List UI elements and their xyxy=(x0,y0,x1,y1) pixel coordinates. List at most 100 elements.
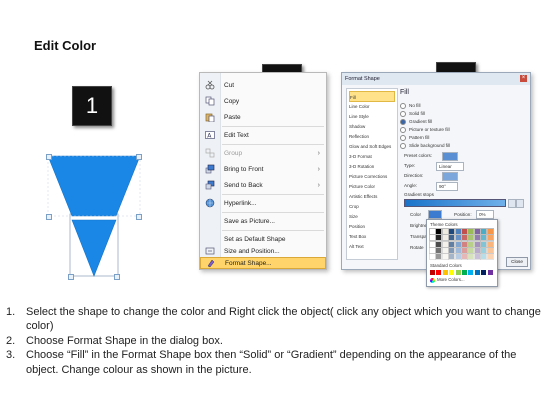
color-swatch[interactable] xyxy=(461,234,468,242)
color-swatch[interactable] xyxy=(473,234,481,242)
color-swatch[interactable] xyxy=(441,246,449,254)
color-swatch[interactable] xyxy=(441,228,449,235)
color-dropdown[interactable] xyxy=(428,210,442,219)
color-swatch[interactable] xyxy=(449,270,455,275)
color-swatch[interactable] xyxy=(461,228,468,235)
menu-item-hyperlink[interactable]: Hyperlink... xyxy=(200,195,326,211)
color-swatch[interactable] xyxy=(454,253,462,261)
color-swatch[interactable] xyxy=(480,228,488,235)
resize-handle[interactable] xyxy=(68,274,74,280)
color-swatch[interactable] xyxy=(455,270,461,275)
color-swatch[interactable] xyxy=(448,234,456,242)
resize-handle[interactable] xyxy=(114,274,120,280)
color-swatch[interactable] xyxy=(461,240,468,248)
color-swatch[interactable] xyxy=(435,240,443,248)
color-swatch[interactable] xyxy=(480,240,488,248)
color-swatch[interactable] xyxy=(430,270,435,275)
menu-item-send-to-back[interactable]: Send to Back › xyxy=(200,177,326,193)
direction-dropdown[interactable] xyxy=(442,172,458,181)
color-swatch[interactable] xyxy=(454,228,462,235)
color-swatch[interactable] xyxy=(480,253,488,261)
remove-stop-button[interactable] xyxy=(516,199,524,208)
menu-item-size-and-position[interactable]: Size and Position... xyxy=(200,245,326,257)
gradient-stops-bar[interactable] xyxy=(404,199,506,207)
color-swatch[interactable] xyxy=(435,253,443,261)
menu-item-copy[interactable]: Copy xyxy=(200,93,326,109)
color-swatch[interactable] xyxy=(474,270,480,275)
preset-colors-dropdown[interactable] xyxy=(442,152,458,161)
menu-item-bring-to-front[interactable]: Bring to Front › xyxy=(200,161,326,177)
color-swatch[interactable] xyxy=(448,240,456,248)
resize-handle[interactable] xyxy=(46,154,52,160)
color-swatch[interactable] xyxy=(429,228,436,235)
radio-button[interactable] xyxy=(400,126,406,133)
color-swatch[interactable] xyxy=(441,234,449,242)
add-stop-button[interactable] xyxy=(508,199,516,208)
option-pattern-fill[interactable]: Pattern fill xyxy=(400,134,429,141)
menu-item-save-as-picture[interactable]: Save as Picture... xyxy=(200,213,326,229)
color-swatch[interactable] xyxy=(467,234,475,242)
color-swatch[interactable] xyxy=(486,228,494,235)
color-swatch[interactable] xyxy=(435,228,443,235)
color-swatch[interactable] xyxy=(429,246,436,254)
color-swatch[interactable] xyxy=(461,253,468,261)
color-swatch[interactable] xyxy=(467,240,475,248)
color-swatch[interactable] xyxy=(473,246,481,254)
color-swatch[interactable] xyxy=(481,270,487,275)
more-colors-link[interactable]: More Colors... xyxy=(437,277,465,282)
radio-button[interactable] xyxy=(400,142,406,149)
color-swatch[interactable] xyxy=(486,234,494,242)
radio-button[interactable] xyxy=(400,134,406,141)
menu-item-group[interactable]: Group › xyxy=(200,145,326,161)
color-swatch[interactable] xyxy=(454,246,462,254)
resize-handle[interactable] xyxy=(46,214,52,220)
color-swatch[interactable] xyxy=(454,240,462,248)
color-swatch[interactable] xyxy=(448,253,456,261)
color-swatch[interactable] xyxy=(473,240,481,248)
color-swatch[interactable] xyxy=(461,246,468,254)
color-swatch[interactable] xyxy=(441,253,449,261)
color-swatch[interactable] xyxy=(462,270,467,275)
color-swatch[interactable] xyxy=(487,270,493,275)
option-no-fill[interactable]: No fill xyxy=(400,102,421,109)
menu-item-cut[interactable]: Cut xyxy=(200,77,326,93)
color-swatch[interactable] xyxy=(468,270,474,275)
color-swatch[interactable] xyxy=(467,246,475,254)
menu-item-edit-text[interactable]: A Edit Text xyxy=(200,127,326,143)
color-swatch[interactable] xyxy=(467,253,475,261)
color-swatch[interactable] xyxy=(473,228,481,235)
option-picture-fill[interactable]: Picture or texture fill xyxy=(400,126,450,133)
angle-input[interactable]: 90° xyxy=(436,182,458,191)
radio-button[interactable] xyxy=(400,110,406,117)
option-slide-background-fill[interactable]: Slide background fill xyxy=(400,142,450,149)
color-swatch[interactable] xyxy=(480,234,488,242)
color-swatch[interactable] xyxy=(436,270,442,275)
menu-item-paste[interactable]: Paste xyxy=(200,109,326,125)
color-swatch[interactable] xyxy=(486,246,494,254)
color-swatch[interactable] xyxy=(486,253,494,261)
color-swatch[interactable] xyxy=(480,246,488,254)
close-icon[interactable]: × xyxy=(520,75,527,82)
radio-button-selected[interactable] xyxy=(400,118,406,125)
color-swatch[interactable] xyxy=(442,270,448,275)
color-swatch[interactable] xyxy=(435,234,443,242)
menu-item-format-shape[interactable]: Format Shape... xyxy=(200,257,326,269)
radio-button[interactable] xyxy=(400,102,406,109)
selected-shape[interactable] xyxy=(46,152,142,284)
resize-handle[interactable] xyxy=(136,154,142,160)
color-swatch[interactable] xyxy=(467,228,475,235)
option-gradient-fill[interactable]: Gradient fill xyxy=(400,118,432,125)
close-button[interactable]: Close xyxy=(506,257,528,267)
color-swatch[interactable] xyxy=(429,240,436,248)
resize-handle[interactable] xyxy=(136,214,142,220)
type-dropdown[interactable]: Linear xyxy=(436,162,464,171)
color-swatch[interactable] xyxy=(441,240,449,248)
nav-item-alt-text[interactable]: Alt Text xyxy=(349,241,395,252)
color-swatch[interactable] xyxy=(448,246,456,254)
color-swatch[interactable] xyxy=(473,253,481,261)
color-swatch[interactable] xyxy=(486,240,494,248)
color-swatch[interactable] xyxy=(429,253,436,261)
color-swatch[interactable] xyxy=(435,246,443,254)
option-solid-fill[interactable]: Solid fill xyxy=(400,110,425,117)
color-swatch[interactable] xyxy=(454,234,462,242)
